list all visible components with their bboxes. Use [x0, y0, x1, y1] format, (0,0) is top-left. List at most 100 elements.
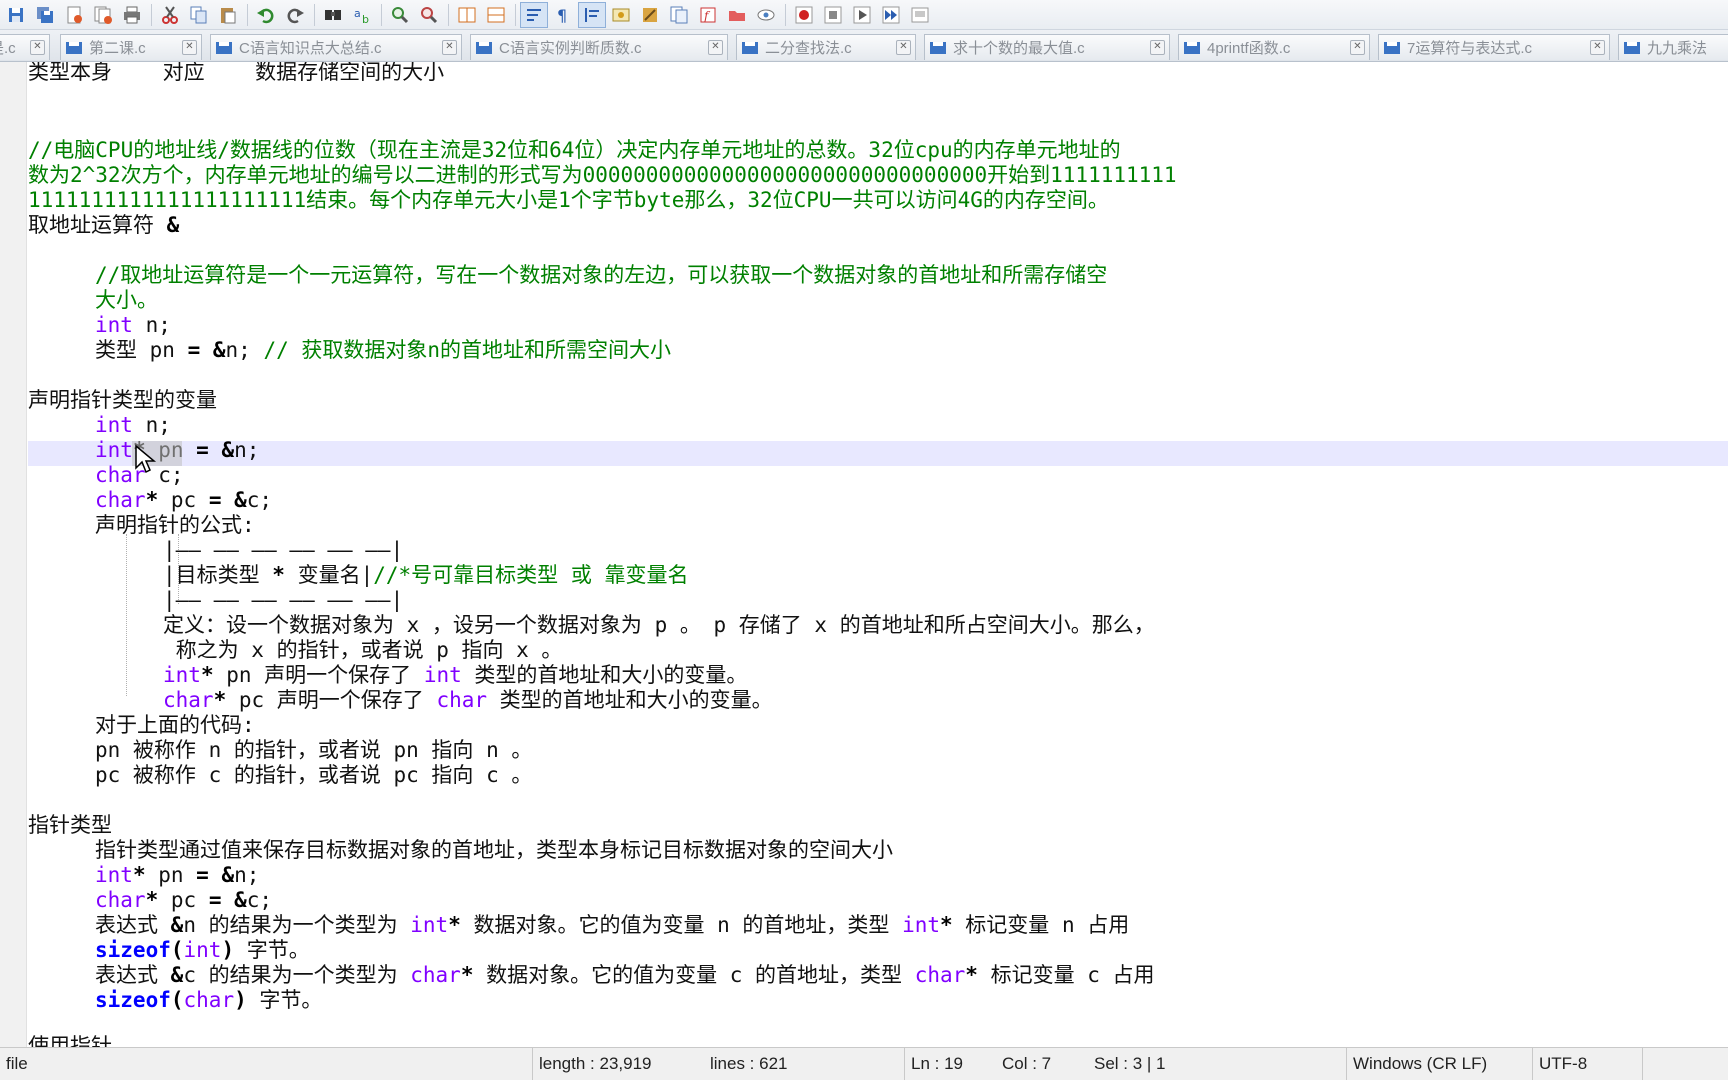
zoom-out-icon[interactable]	[415, 2, 443, 28]
code-text: n;	[234, 438, 260, 462]
code-line: //取地址运算符是一个一元运算符，写在一个数据对象的左边，可以获取一个数据对象的…	[95, 263, 1107, 288]
code-text: 指针类型通过值来保存目标数据对象的首地址，类型本身标记目标数据对象的空间大小	[95, 838, 893, 862]
editor-gutter	[0, 62, 27, 1047]
sync-horizontal-icon[interactable]	[482, 2, 510, 28]
file-saved-icon	[1624, 41, 1640, 54]
comment-text: // 获取数据对象n的首地址和所需空间大小	[263, 338, 672, 362]
close-file-icon[interactable]	[60, 2, 88, 28]
language-icon[interactable]	[607, 2, 635, 28]
tab-file-3[interactable]: C语言实例判断质数.c ✕	[470, 34, 728, 60]
code-text: pc	[158, 888, 209, 912]
code-text: 类型的首地址和大小的变量。	[487, 688, 773, 712]
code-text: 称之为 x 的指针，或者说 p 指向 x 。	[163, 638, 563, 662]
show-all-chars-icon[interactable]: ¶	[549, 2, 577, 28]
close-icon[interactable]: ✕	[896, 40, 911, 55]
code-text: n;	[132, 313, 171, 337]
code-text: pc 被称作 c 的指针，或者说 pc 指向 c 。	[95, 763, 533, 787]
replace-icon[interactable]: ab	[348, 2, 376, 28]
keyword: int	[410, 913, 449, 937]
close-icon[interactable]: ✕	[1150, 40, 1165, 55]
play-macro-icon[interactable]	[848, 2, 876, 28]
sync-vertical-icon[interactable]	[453, 2, 481, 28]
copy-icon[interactable]	[185, 2, 213, 28]
tab-file-4[interactable]: 二分查找法.c ✕	[736, 34, 916, 60]
save-icon[interactable]	[2, 2, 30, 28]
close-icon[interactable]: ✕	[1350, 40, 1365, 55]
keyword: char	[95, 488, 146, 512]
undo-icon[interactable]	[252, 2, 280, 28]
tab-file-2[interactable]: C语言知识点大总结.c ✕	[210, 34, 462, 60]
code-text: 字节。	[234, 938, 310, 962]
tab-file-0[interactable]: 是.c ✕	[0, 34, 50, 60]
code-line: 取地址运算符 &	[28, 213, 179, 238]
toolbar-separator	[785, 3, 786, 26]
doc-list-icon[interactable]	[665, 2, 693, 28]
monitoring-eye-icon[interactable]	[752, 2, 780, 28]
keyword: int	[95, 438, 133, 462]
tab-file-5[interactable]: 求十个数的最大值.c ✕	[924, 34, 1170, 60]
code-text: 标记变量 n 占用	[952, 913, 1130, 937]
print-icon[interactable]	[118, 2, 146, 28]
word-wrap-icon[interactable]	[520, 1, 548, 28]
code-line: 大小。	[95, 288, 158, 313]
file-saved-icon	[930, 41, 946, 54]
tab-file-1[interactable]: 第二课.c ✕	[60, 34, 202, 60]
cut-icon[interactable]	[156, 2, 184, 28]
code-line: pn 被称作 n 的指针，或者说 pn 指向 n 。	[95, 738, 532, 763]
comment-text: 数为2^32次方个，内存单元地址的编号以二进制的形式写为000000000000…	[28, 163, 1177, 187]
comment-text: //取地址运算符是一个一元运算符，写在一个数据对象的左边，可以获取一个数据对象的…	[95, 263, 1108, 287]
code-line: |目标类型 * 变量名|//*号可靠目标类型 或 靠变量名	[163, 563, 688, 588]
code-text: 对于上面的代码:	[95, 713, 255, 737]
close-icon[interactable]: ✕	[442, 40, 457, 55]
status-line-number: Ln : 19	[904, 1048, 996, 1080]
function-list-icon[interactable]: f	[694, 2, 722, 28]
code-line: 表达式 &c 的结果为一个类型为 char* 数据对象。它的值为变量 c 的首地…	[95, 963, 1155, 988]
status-encoding[interactable]: UTF-8	[1532, 1048, 1642, 1080]
editor-content[interactable]: 类型本身 对应 数据存储空间的大小 //电脑CPU的地址线/数据线的位数（现在主…	[28, 62, 1728, 1047]
run-macro-multiple-icon[interactable]	[877, 2, 905, 28]
folder-workspace-icon[interactable]	[723, 2, 751, 28]
zoom-in-icon[interactable]	[386, 2, 414, 28]
indent-guide-icon[interactable]	[578, 1, 606, 28]
doc-map-icon[interactable]	[636, 2, 664, 28]
stop-macro-icon[interactable]	[819, 2, 847, 28]
operator: *	[940, 913, 953, 937]
code-text: |—— —— —— —— —— ——|	[163, 538, 404, 562]
svg-text:¶: ¶	[557, 6, 567, 25]
record-macro-icon[interactable]	[790, 2, 818, 28]
text-editor[interactable]: 类型本身 对应 数据存储空间的大小 //电脑CPU的地址线/数据线的位数（现在主…	[0, 62, 1728, 1047]
svg-text:b: b	[362, 13, 369, 25]
save-all-icon[interactable]	[31, 2, 59, 28]
status-eol-format[interactable]: Windows (CR LF)	[1346, 1048, 1532, 1080]
code-text: 表达式	[95, 913, 171, 937]
tab-label: 第二课.c	[89, 40, 146, 57]
code-line: sizeof(int) 字节。	[95, 938, 310, 963]
code-line: char* pc = &c;	[95, 888, 272, 913]
close-icon[interactable]: ✕	[1590, 40, 1605, 55]
close-icon[interactable]: ✕	[182, 40, 197, 55]
tab-file-6[interactable]: 4printf函数.c ✕	[1178, 34, 1370, 60]
close-icon[interactable]: ✕	[30, 40, 45, 55]
code-line: sizeof(char) 字节。	[95, 988, 322, 1013]
toolbar-separator	[448, 3, 449, 26]
close-all-icon[interactable]	[89, 2, 117, 28]
keyword: int	[95, 863, 133, 887]
redo-icon[interactable]	[281, 2, 309, 28]
code-line: |—— —— —— —— —— ——|	[163, 588, 403, 613]
operator: )	[221, 938, 235, 962]
close-icon[interactable]: ✕	[708, 40, 723, 55]
tab-file-7[interactable]: 7运算符与表达式.c ✕	[1378, 34, 1610, 60]
code-line: 表达式 &n 的结果为一个类型为 int* 数据对象。它的值为变量 n 的首地址…	[95, 913, 1129, 938]
toolbar-separator	[151, 3, 152, 26]
code-line: int n;	[95, 413, 171, 438]
toolbar-separator	[515, 3, 516, 26]
file-saved-icon	[742, 41, 758, 54]
code-line: char* pc = &c;	[95, 488, 272, 513]
save-macro-icon[interactable]	[906, 2, 934, 28]
tab-file-8[interactable]: 九九乘法	[1618, 34, 1728, 60]
paste-icon[interactable]	[214, 2, 242, 28]
code-text: c 的结果为一个类型为	[183, 963, 411, 987]
keyword: int	[95, 313, 133, 337]
find-icon[interactable]	[319, 2, 347, 28]
code-text: pn 被称作 n 的指针，或者说 pn 指向 n 。	[95, 738, 533, 762]
